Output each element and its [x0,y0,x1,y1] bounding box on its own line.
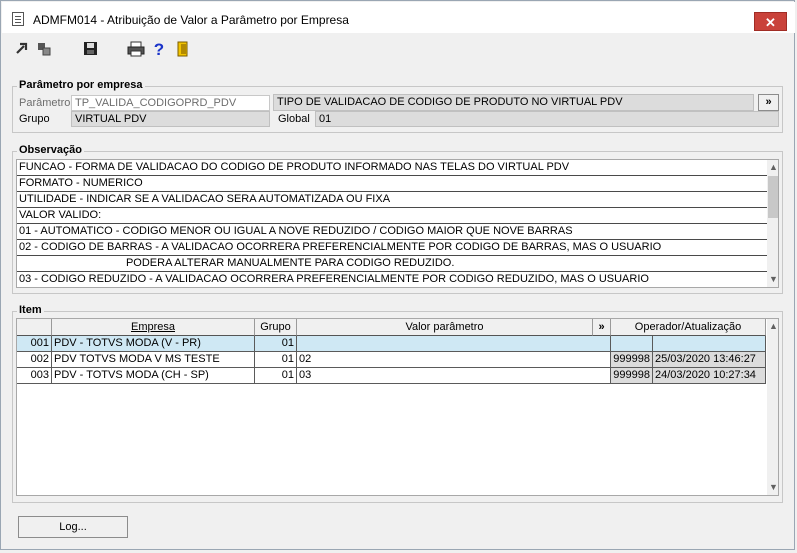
obs-line: FORMATO - NUMERICO [17,176,767,192]
row-operador: 999998 [611,368,653,384]
scroll-thumb[interactable] [768,176,778,218]
document-icon [12,12,24,26]
obs-line: VALOR VALIDO: [17,208,767,224]
row-valor[interactable] [297,336,611,352]
row-atualizacao: 24/03/2020 10:27:34 [653,368,766,384]
obs-group-title: Observação [17,144,84,156]
header-grupo[interactable]: Grupo [255,319,297,336]
close-button[interactable]: ✕ [754,12,787,31]
obs-line: UTILIDADE - INDICAR SE A VALIDACAO SERA … [17,192,767,208]
group-value: VIRTUAL PDV [71,111,270,127]
obs-scrollbar[interactable]: ▲ ▼ [767,160,778,287]
row-atualizacao [653,336,766,352]
copy-icon[interactable] [35,41,53,59]
row-code[interactable]: 001 [17,336,52,352]
scroll-up-icon[interactable]: ▲ [767,319,778,333]
header-valor[interactable]: Valor parâmetro [297,319,593,336]
item-group-title: Item [17,304,44,316]
scroll-down-icon[interactable]: ▼ [767,272,778,286]
row-valor[interactable]: 03 [297,368,611,384]
row-atualizacao: 25/03/2020 13:46:27 [653,352,766,368]
obs-line: 02 - CODIGO DE BARRAS - A VALIDACAO OCOR… [17,240,767,256]
header-empresa[interactable]: Empresa [52,319,255,336]
help-icon[interactable]: ? [150,41,168,59]
log-button[interactable]: Log... [18,516,128,538]
exit-icon[interactable] [174,41,192,59]
row-empresa[interactable]: PDV - TOTVS MODA (CH - SP) [52,368,255,384]
row-code[interactable]: 003 [17,368,52,384]
param-label: Parâmetro [19,97,71,109]
row-operador: 999998 [611,352,653,368]
global-label: Global [278,113,310,125]
obs-list[interactable]: FUNCAO - FORMA DE VALIDACAO DO CODIGO DE… [16,159,779,288]
row-empresa[interactable]: PDV TOTVS MODA V MS TESTE [52,352,255,368]
param-expand-button[interactable]: » [758,94,779,111]
obs-line: FUNCAO - FORMA DE VALIDACAO DO CODIGO DE… [17,160,767,176]
param-input[interactable]: TP_VALIDA_CODIGOPRD_PDV [71,95,270,111]
global-value: 01 [315,111,779,127]
print-icon[interactable] [127,41,145,59]
param-description: TIPO DE VALIDACAO DE CODIGO DE PRODUTO N… [273,94,754,111]
row-code[interactable]: 002 [17,352,52,368]
row-empresa[interactable]: PDV - TOTVS MODA (V - PR) [52,336,255,352]
obs-line: PODERA ALTERAR MANUALMENTE PARA CODIGO R… [17,256,767,272]
grid-scrollbar[interactable]: ▲ ▼ [767,319,778,495]
row-grupo[interactable]: 01 [255,336,297,352]
row-operador [611,336,653,352]
obs-line: 03 - CODIGO REDUZIDO - A VALIDACAO OCORR… [17,272,767,287]
obs-line: 01 - AUTOMATICO - CODIGO MENOR OU IGUAL … [17,224,767,240]
scroll-down-icon[interactable]: ▼ [767,480,778,494]
group-label: Grupo [19,113,50,125]
header-expand-button[interactable]: » [593,319,611,336]
pin-icon[interactable] [13,41,31,59]
scroll-up-icon[interactable]: ▲ [767,160,778,174]
header-operador[interactable]: Operador/Atualização [611,319,766,336]
item-grid[interactable]: Empresa Grupo Valor parâmetro » Operador… [16,318,779,496]
title-bar: ADMFM014 - Atribuição de Valor a Parâmet… [2,2,795,33]
row-grupo[interactable]: 01 [255,352,297,368]
app-window: ADMFM014 - Atribuição de Valor a Parâmet… [0,0,795,550]
save-icon[interactable] [81,41,99,59]
param-group-title: Parâmetro por empresa [17,79,145,91]
row-grupo[interactable]: 01 [255,368,297,384]
window-title: ADMFM014 - Atribuição de Valor a Parâmet… [33,13,349,27]
row-valor[interactable]: 02 [297,352,611,368]
header-code [17,319,52,336]
